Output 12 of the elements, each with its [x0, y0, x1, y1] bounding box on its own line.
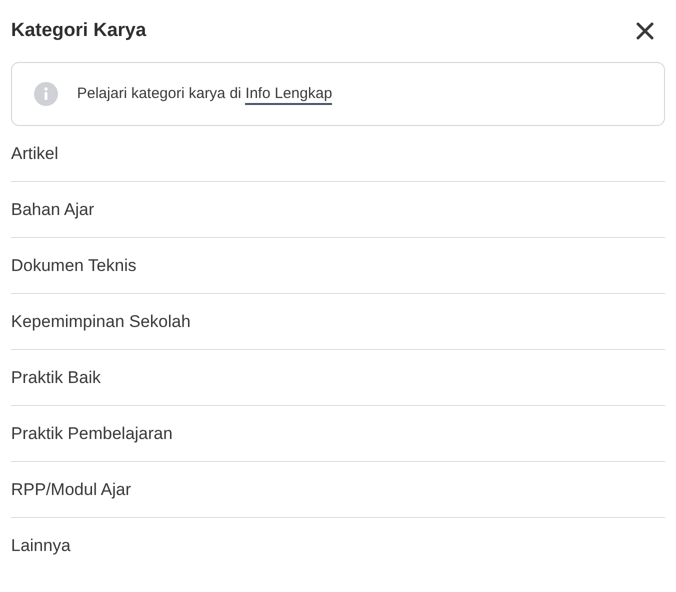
category-item[interactable]: Kepemimpinan Sekolah [11, 294, 665, 350]
category-item[interactable]: Bahan Ajar [11, 182, 665, 238]
category-item[interactable]: Lainnya [11, 518, 665, 574]
info-icon [34, 82, 58, 106]
category-item[interactable]: RPP/Modul Ajar [11, 462, 665, 518]
dialog-title: Kategori Karya [11, 18, 146, 43]
info-text: Pelajari kategori karya di Info Lengkap [77, 82, 332, 106]
info-link[interactable]: Info Lengkap [245, 84, 332, 105]
category-item[interactable]: Artikel [11, 126, 665, 182]
category-item[interactable]: Praktik Baik [11, 350, 665, 406]
category-item[interactable]: Praktik Pembelajaran [11, 406, 665, 462]
category-item[interactable]: Dokumen Teknis [11, 238, 665, 294]
